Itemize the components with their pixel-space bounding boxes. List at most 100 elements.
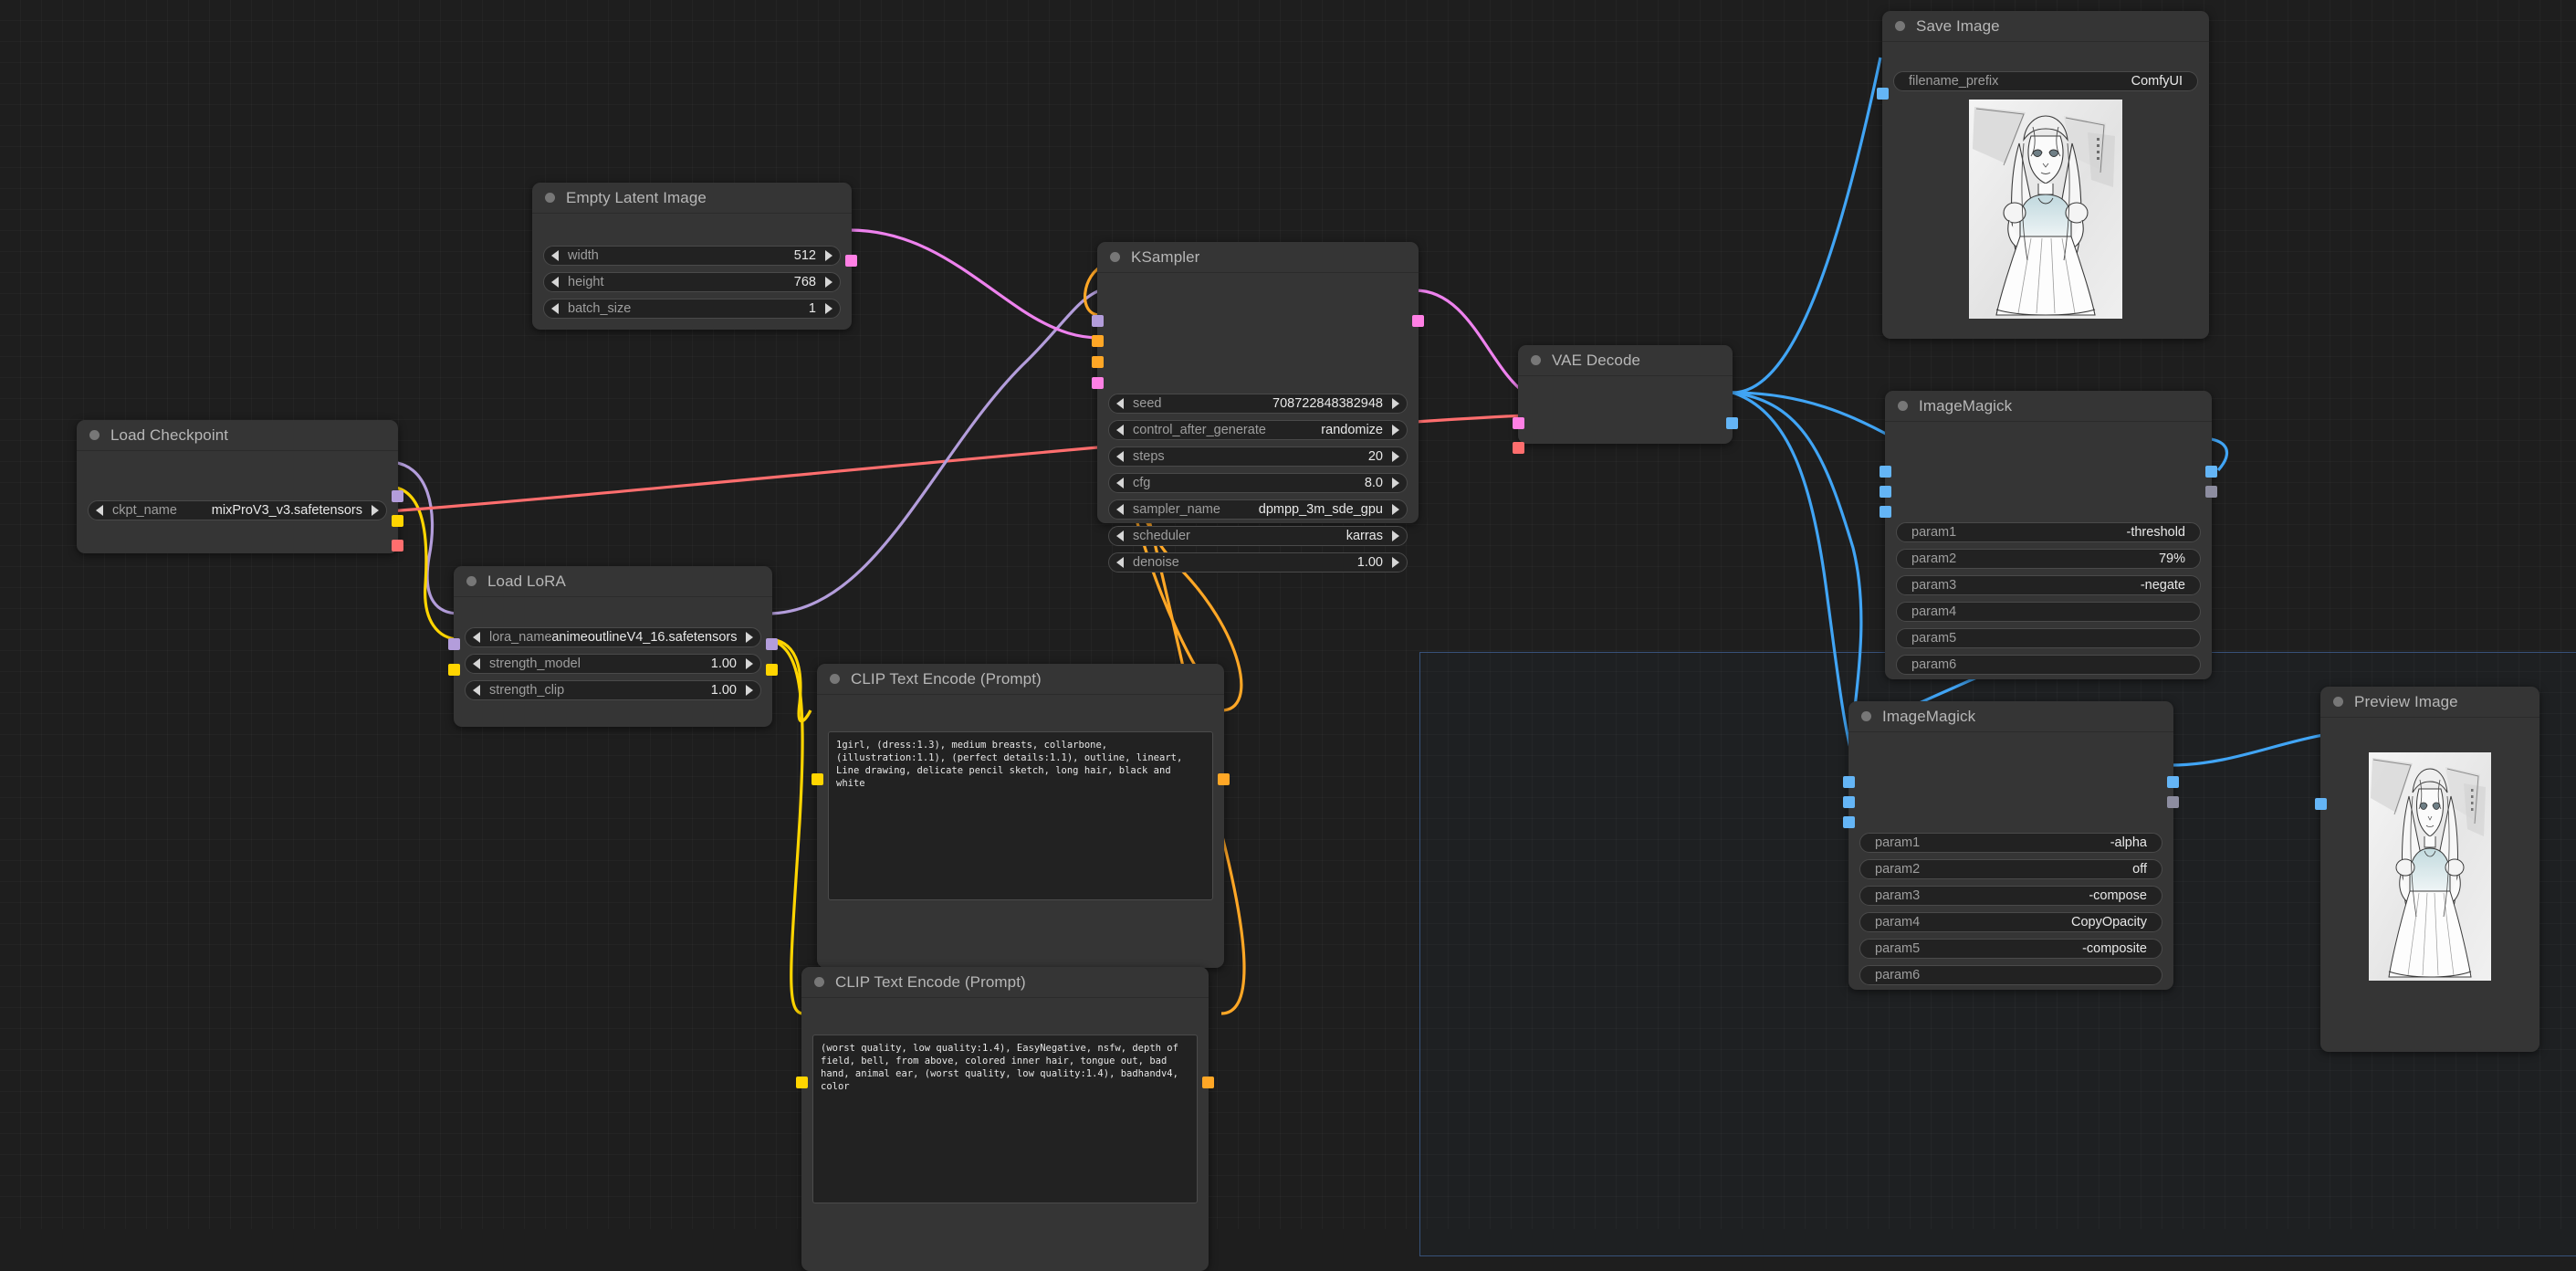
widget-batch-size[interactable]: batch_size 1	[543, 299, 841, 319]
node-title-bar[interactable]: Load Checkpoint	[77, 420, 398, 451]
input-slot-clip[interactable]	[812, 773, 823, 785]
increment-arrow-icon[interactable]	[1392, 530, 1399, 541]
widget-sampler-name[interactable]: sampler_name dpmpp_3m_sde_gpu	[1108, 499, 1408, 520]
widget-param1[interactable]: param1 -threshold	[1896, 522, 2201, 542]
decrement-arrow-icon[interactable]	[1116, 398, 1124, 409]
decrement-arrow-icon[interactable]	[473, 685, 480, 696]
widget-param6[interactable]: param6	[1896, 655, 2201, 675]
node-title-bar[interactable]: VAE Decode	[1518, 345, 1733, 376]
collapse-dot-icon[interactable]	[1861, 711, 1871, 721]
widget-cfg[interactable]: cfg 8.0	[1108, 473, 1408, 493]
output-slot-model[interactable]	[766, 638, 778, 650]
widget-control-after-generate[interactable]: control_after_generate randomize	[1108, 420, 1408, 440]
increment-arrow-icon[interactable]	[1392, 425, 1399, 436]
node-title-bar[interactable]: CLIP Text Encode (Prompt)	[817, 664, 1224, 695]
collapse-dot-icon[interactable]	[545, 193, 555, 203]
widget-param6[interactable]: param6	[1859, 965, 2162, 985]
node-title-bar[interactable]: KSampler	[1097, 242, 1419, 273]
input-slot-images[interactable]	[2315, 798, 2327, 810]
collapse-dot-icon[interactable]	[830, 674, 840, 684]
widget-param5[interactable]: param5	[1896, 628, 2201, 648]
increment-arrow-icon[interactable]	[746, 685, 753, 696]
collapse-dot-icon[interactable]	[814, 977, 824, 987]
node-load-checkpoint[interactable]: Load Checkpoint ckpt_name mixProV3_v3.sa…	[77, 420, 398, 553]
input-slot-vae[interactable]	[1513, 442, 1524, 454]
input-slot-clip[interactable]	[448, 664, 460, 676]
input-slot-image-1[interactable]	[1880, 466, 1891, 478]
output-slot-conditioning[interactable]	[1202, 1077, 1214, 1088]
input-slot-negative[interactable]	[1092, 356, 1104, 368]
collapse-dot-icon[interactable]	[89, 430, 99, 440]
input-slot-latent-image[interactable]	[1092, 377, 1104, 389]
output-slot-image[interactable]	[2205, 466, 2217, 478]
widget-param2[interactable]: param2 off	[1859, 859, 2162, 879]
increment-arrow-icon[interactable]	[1392, 398, 1399, 409]
collapse-dot-icon[interactable]	[466, 576, 476, 586]
widget-ckpt-name[interactable]: ckpt_name mixProV3_v3.safetensors	[88, 500, 387, 520]
widget-width[interactable]: width 512	[543, 246, 841, 266]
decrement-arrow-icon[interactable]	[551, 303, 559, 314]
increment-arrow-icon[interactable]	[746, 632, 753, 643]
node-load-lora[interactable]: Load LoRA lora_name animeoutlineV4_16.sa…	[454, 566, 772, 727]
widget-param4[interactable]: param4 CopyOpacity	[1859, 912, 2162, 932]
widget-scheduler[interactable]: scheduler karras	[1108, 526, 1408, 546]
output-slot-mask[interactable]	[2167, 796, 2179, 808]
decrement-arrow-icon[interactable]	[473, 632, 480, 643]
input-slot-positive[interactable]	[1092, 335, 1104, 347]
output-slot-mask[interactable]	[2205, 486, 2217, 498]
input-slot-model[interactable]	[448, 638, 460, 650]
output-slot-latent[interactable]	[845, 255, 857, 267]
input-slot-image-3[interactable]	[1880, 506, 1891, 518]
decrement-arrow-icon[interactable]	[1116, 504, 1124, 515]
input-slot-images[interactable]	[1877, 88, 1889, 100]
node-title-bar[interactable]: Preview Image	[2320, 687, 2539, 718]
input-slot-image-1[interactable]	[1843, 776, 1855, 788]
widget-steps[interactable]: steps 20	[1108, 446, 1408, 467]
increment-arrow-icon[interactable]	[1392, 504, 1399, 515]
increment-arrow-icon[interactable]	[1392, 478, 1399, 488]
decrement-arrow-icon[interactable]	[1116, 425, 1124, 436]
collapse-dot-icon[interactable]	[1110, 252, 1120, 262]
node-title-bar[interactable]: Save Image	[1882, 11, 2209, 42]
prompt-textarea[interactable]: 1girl, (dress:1.3), medium breasts, coll…	[828, 731, 1213, 900]
node-vae-decode[interactable]: VAE Decode	[1518, 345, 1733, 444]
widget-param4[interactable]: param4	[1896, 602, 2201, 622]
node-title-bar[interactable]: ImageMagick	[1885, 391, 2212, 422]
input-slot-model[interactable]	[1092, 315, 1104, 327]
input-slot-image-2[interactable]	[1843, 796, 1855, 808]
decrement-arrow-icon[interactable]	[1116, 478, 1124, 488]
node-title-bar[interactable]: CLIP Text Encode (Prompt)	[801, 967, 1209, 998]
output-slot-vae[interactable]	[392, 540, 403, 551]
output-slot-clip[interactable]	[766, 664, 778, 676]
node-title-bar[interactable]: ImageMagick	[1848, 701, 2173, 732]
widget-height[interactable]: height 768	[543, 272, 841, 292]
decrement-arrow-icon[interactable]	[1116, 451, 1124, 462]
widget-param5[interactable]: param5 -composite	[1859, 939, 2162, 959]
widget-denoise[interactable]: denoise 1.00	[1108, 552, 1408, 572]
input-slot-image-2[interactable]	[1880, 486, 1891, 498]
collapse-dot-icon[interactable]	[1531, 355, 1541, 365]
increment-arrow-icon[interactable]	[1392, 557, 1399, 568]
node-ksampler[interactable]: KSampler seed 708722848382948 control_af…	[1097, 242, 1419, 523]
saved-image-preview[interactable]	[1969, 100, 2122, 319]
output-slot-image[interactable]	[2167, 776, 2179, 788]
collapse-dot-icon[interactable]	[1895, 21, 1905, 31]
output-slot-conditioning[interactable]	[1218, 773, 1230, 785]
widget-seed[interactable]: seed 708722848382948	[1108, 394, 1408, 414]
widget-param2[interactable]: param2 79%	[1896, 549, 2201, 569]
collapse-dot-icon[interactable]	[2333, 697, 2343, 707]
output-slot-image[interactable]	[1726, 417, 1738, 429]
widget-param3[interactable]: param3 -negate	[1896, 575, 2201, 595]
output-slot-clip[interactable]	[392, 515, 403, 527]
input-slot-clip[interactable]	[796, 1077, 808, 1088]
prompt-textarea[interactable]: (worst quality, low quality:1.4), EasyNe…	[812, 1035, 1198, 1203]
node-save-image[interactable]: Save Image filename_prefix ComfyUI	[1882, 11, 2209, 339]
node-empty-latent-image[interactable]: Empty Latent Image width 512 height 768 …	[532, 183, 852, 330]
widget-lora-name[interactable]: lora_name animeoutlineV4_16.safetensors	[465, 627, 761, 647]
input-slot-samples[interactable]	[1513, 417, 1524, 429]
output-slot-latent[interactable]	[1412, 315, 1424, 327]
increment-arrow-icon[interactable]	[372, 505, 379, 516]
preview-image-thumbnail[interactable]	[2369, 752, 2491, 981]
node-imagemagick-bottom[interactable]: ImageMagick param1 -alpha param2 off par…	[1848, 701, 2173, 990]
increment-arrow-icon[interactable]	[825, 277, 832, 288]
